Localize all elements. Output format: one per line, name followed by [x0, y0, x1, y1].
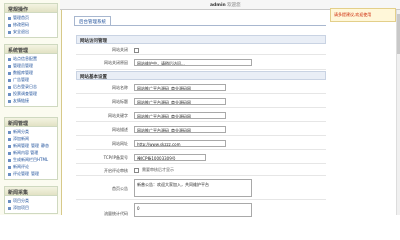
- close-message-label: 网站关闭原因: [104, 60, 128, 65]
- panel-collect: 新闻采集 项目分类 添加项目: [4, 186, 58, 214]
- home-notice-textarea[interactable]: 新普公告：欢迎大家加入，共同维护平台: [134, 179, 252, 197]
- sidebar-item-admin-manage[interactable]: 管理员管理: [8, 62, 54, 69]
- row-site-keywords: 网站关键字 网站推广平台源码_商业源码网: [76, 109, 326, 122]
- close-message-input[interactable]: 网站维护中，请稍后访问...: [134, 59, 252, 66]
- sidebar: 常规操作 管理首页 修改密码 安全退出 系统管理 站点信息配置 管理员管理 数据…: [0, 0, 62, 215]
- sidebar-item-project-category[interactable]: 项目分类: [8, 197, 54, 204]
- bullet-icon: [8, 64, 11, 68]
- sidebar-item-add-project[interactable]: 添加项目: [8, 204, 54, 211]
- row-site-url: 网站网址 http://www.skzzz.com: [76, 137, 326, 150]
- site-name-input[interactable]: 网站推广平台源码_商业源码网: [134, 84, 226, 91]
- bullet-icon: [8, 71, 11, 75]
- sidebar-item-news-category[interactable]: 新闻分类: [8, 128, 54, 135]
- site-name-label: 网站名称: [112, 85, 128, 90]
- panel-title: 新闻管理: [5, 118, 57, 127]
- section-basic-settings: 网站基本设置: [76, 71, 326, 80]
- site-url-input[interactable]: http://www.skzzz.com: [134, 140, 226, 147]
- main-content: 后台管理系统 网站访问管理 网站关闭 网站关闭原因 网站维护中，请稍后访问...…: [64, 10, 326, 217]
- tab-admin-system[interactable]: 后台管理系统: [74, 16, 111, 25]
- bullet-icon: [8, 57, 11, 61]
- sidebar-item-news-manage[interactable]: 新闻管理 管理 静态: [8, 142, 54, 149]
- row-site-title: 网站标题 网站推广平台源码_商业源码网: [76, 95, 326, 108]
- row-icp: TCP/IP备案号 豫ICP备10003309号: [76, 151, 326, 164]
- tab-divider: [74, 25, 326, 26]
- bullet-icon: [8, 99, 11, 103]
- row-home-notice: 首页公告 新普公告：欢迎大家加入，共同维护平台: [76, 177, 326, 200]
- comment-review-hint: 需要审核后才显示: [142, 167, 174, 172]
- sidebar-item-comments[interactable]: 新闻评论: [8, 163, 54, 170]
- bullet-icon: [8, 137, 11, 141]
- bullet-icon: [8, 151, 11, 155]
- panel-system: 系统管理 站点信息配置 管理员管理 数据库管理 广告管理 后台登录日志 投票调查…: [4, 44, 58, 107]
- notice-banner: 请多提建议,欢迎使用: [330, 8, 396, 22]
- bullet-icon: [8, 16, 11, 20]
- bullet-icon: [8, 78, 11, 82]
- panel-title: 新闻采集: [5, 187, 57, 196]
- sidebar-item-home[interactable]: 管理首页: [8, 14, 54, 21]
- sidebar-item-ads[interactable]: 广告管理: [8, 76, 54, 83]
- icp-label: TCP/IP备案号: [103, 155, 128, 160]
- bullet-icon: [8, 158, 11, 162]
- sidebar-item-news-content[interactable]: 新闻内容 管理: [8, 149, 54, 156]
- site-close-checkbox[interactable]: [134, 47, 139, 53]
- stats-code-textarea[interactable]: 0: [134, 203, 252, 217]
- sidebar-item-add-news[interactable]: 添加新闻: [8, 135, 54, 142]
- bullet-icon: [8, 199, 11, 203]
- site-description-input[interactable]: 网站推广平台源码_商业源码网: [134, 126, 226, 133]
- sidebar-item-links[interactable]: 友情链接: [8, 97, 54, 104]
- panel-title: 常规操作: [5, 4, 57, 13]
- site-close-label: 网站关闭: [112, 47, 128, 52]
- bullet-icon: [8, 23, 11, 27]
- site-title-input[interactable]: 网站推广平台源码_商业源码网: [134, 98, 226, 105]
- sidebar-item-login-log[interactable]: 后台登录日志: [8, 83, 54, 90]
- comment-review-label: 开启评论审核: [104, 168, 128, 173]
- bullet-icon: [8, 85, 11, 89]
- bullet-icon: [8, 130, 11, 134]
- panel-common: 常规操作 管理首页 修改密码 安全退出: [4, 3, 58, 38]
- site-url-label: 网站网址: [112, 141, 128, 146]
- stats-code-label: 流量统计代码: [104, 211, 128, 216]
- row-close-message: 网站关闭原因 网站维护中，请稍后访问...: [76, 56, 326, 70]
- row-site-name: 网站名称 网站推广平台源码_商业源码网: [76, 81, 326, 94]
- site-keywords-label: 网站关键字: [108, 113, 128, 118]
- row-site-close: 网站关闭: [76, 45, 326, 55]
- sidebar-item-change-password[interactable]: 修改密码: [8, 21, 54, 28]
- bullet-icon: [8, 172, 11, 176]
- site-keywords-input[interactable]: 网站推广平台源码_商业源码网: [134, 112, 226, 119]
- bullet-icon: [8, 206, 11, 210]
- bullet-icon: [8, 30, 11, 34]
- bullet-icon: [8, 144, 11, 148]
- welcome-text: admin 欢迎您: [210, 3, 241, 8]
- row-stats-code: 流量统计代码 0: [76, 201, 326, 217]
- home-notice-label: 首页公告: [112, 186, 128, 191]
- sidebar-item-vote[interactable]: 投票调查管理: [8, 90, 54, 97]
- bullet-icon: [8, 92, 11, 96]
- site-title-label: 网站标题: [112, 99, 128, 104]
- site-description-label: 网站描述: [112, 127, 128, 132]
- sidebar-item-logout[interactable]: 安全退出: [8, 28, 54, 35]
- icp-input[interactable]: 豫ICP备10003309号: [134, 154, 206, 161]
- section-site-access: 网站访问管理: [76, 35, 326, 44]
- sidebar-item-site-config[interactable]: 站点信息配置: [8, 55, 54, 62]
- panel-title: 系统管理: [5, 45, 57, 54]
- panel-news: 新闻管理 新闻分类 添加新闻 新闻管理 管理 静态 新闻内容 管理 生成新闻栏目HT…: [4, 117, 58, 180]
- bullet-icon: [8, 165, 11, 169]
- row-site-description: 网站描述 网站推广平台源码_商业源码网: [76, 123, 326, 136]
- vertical-scrollbar[interactable]: [396, 10, 400, 215]
- row-comment-review: 开启评论审核 需要审核后才显示: [76, 165, 326, 176]
- sidebar-item-gen-html[interactable]: 生成新闻栏目HTML: [8, 156, 54, 163]
- sidebar-item-database[interactable]: 数据库管理: [8, 69, 54, 76]
- comment-review-checkbox[interactable]: [134, 167, 139, 173]
- sidebar-item-comment-manage[interactable]: 评论管理 管理: [8, 170, 54, 177]
